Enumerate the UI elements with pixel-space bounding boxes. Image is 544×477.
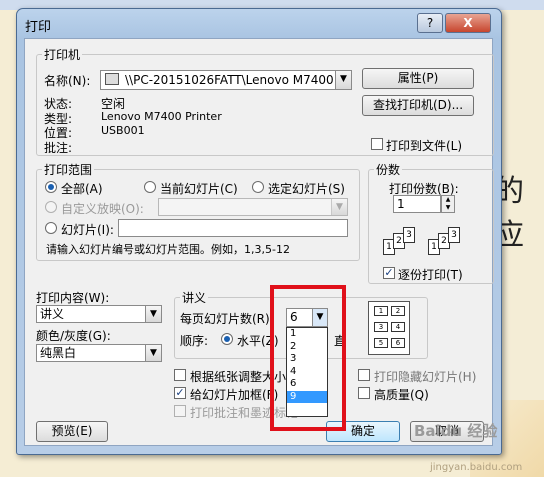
- frame-slides-label: 给幻灯片加框(F): [190, 388, 279, 402]
- printer-name-select[interactable]: \\PC-20151026FATT\Lenovo M7400 ... ▼: [100, 70, 352, 90]
- print-what-value: 讲义: [40, 307, 65, 321]
- printer-group-label: 打印机: [42, 46, 83, 63]
- chevron-down-icon: ▼: [145, 306, 161, 322]
- high-quality-label: 高质量(Q): [374, 388, 429, 402]
- find-printer-button[interactable]: 查找打印机(D)...: [362, 95, 474, 116]
- type-value: Lenovo M7400 Printer: [101, 110, 222, 123]
- watermark-logo: Baidu 经验: [414, 422, 498, 440]
- preview-slide: 5: [374, 338, 388, 348]
- color-select[interactable]: 纯黑白 ▼: [36, 344, 162, 362]
- range-selection-label: 选定幻灯片(S): [268, 182, 345, 196]
- range-current-radio[interactable]: [144, 181, 156, 193]
- collate-checkbox[interactable]: ✓: [383, 267, 395, 279]
- color-label: 颜色/灰度(G):: [36, 329, 111, 343]
- high-quality-checkbox[interactable]: [358, 387, 370, 399]
- preview-slide: 2: [391, 306, 405, 316]
- handouts-group-label: 讲义: [180, 289, 209, 306]
- collate-label: 逐份打印(T): [398, 268, 463, 282]
- where-value: USB001: [101, 124, 145, 137]
- range-group-label: 打印范围: [42, 161, 95, 178]
- range-hint: 请输入幻灯片编号或幻灯片范围。例如，1,3,5-12: [46, 243, 290, 256]
- color-value: 纯黑白: [40, 346, 77, 360]
- copies-count-value: 1: [397, 197, 405, 211]
- printer-name-value: \\PC-20151026FATT\Lenovo M7400 ...: [125, 73, 349, 87]
- preview-slide: 4: [391, 322, 405, 332]
- range-slides-label: 幻灯片(I):: [61, 223, 114, 237]
- range-custom-label: 自定义放映(O):: [61, 202, 144, 216]
- print-to-file-checkbox[interactable]: [371, 138, 383, 150]
- custom-show-select[interactable]: ▼: [158, 198, 348, 216]
- close-button[interactable]: X: [445, 13, 491, 33]
- range-slides-radio[interactable]: [45, 222, 57, 234]
- copies-spinner[interactable]: ▲ ▼: [441, 195, 455, 213]
- slides-input[interactable]: [118, 219, 348, 237]
- order-label: 顺序:: [180, 334, 209, 348]
- help-button[interactable]: ?: [417, 13, 443, 33]
- print-comments-checkbox[interactable]: [174, 405, 186, 417]
- range-selection-radio[interactable]: [252, 181, 264, 193]
- range-all-label: 全部(A): [61, 182, 103, 196]
- preview-slide: 6: [391, 338, 405, 348]
- range-custom-radio[interactable]: [45, 201, 57, 213]
- watermark-url: jingyan.baidu.com: [430, 462, 523, 473]
- print-hidden-checkbox[interactable]: [358, 369, 370, 381]
- chevron-down-icon: ▼: [145, 345, 161, 361]
- printer-name-label: 名称(N):: [44, 74, 91, 88]
- chevron-down-icon: ▼: [331, 199, 347, 215]
- order-horizontal-radio[interactable]: [221, 333, 233, 345]
- print-what-label: 打印内容(W):: [36, 291, 110, 305]
- collate-page-icon: 3: [403, 227, 415, 243]
- chevron-down-icon: ▼: [335, 71, 351, 89]
- red-highlight-annotation: [270, 285, 346, 431]
- preview-button[interactable]: 预览(E): [36, 421, 108, 442]
- copies-group-label: 份数: [374, 161, 403, 178]
- print-to-file-label: 打印到文件(L): [386, 139, 463, 153]
- properties-button[interactable]: 属性(P): [362, 68, 474, 89]
- copies-count-input[interactable]: 1: [393, 195, 441, 213]
- printer-icon: [105, 73, 119, 85]
- collate-page-icon: 3: [448, 227, 460, 243]
- preview-slide: 3: [374, 322, 388, 332]
- print-hidden-label: 打印隐藏幻灯片(H): [374, 370, 477, 384]
- scale-to-fit-checkbox[interactable]: [174, 369, 186, 381]
- range-current-label: 当前幻灯片(C): [160, 182, 238, 196]
- per-page-label: 每页幻灯片数(R):: [180, 312, 274, 326]
- preview-slide: 1: [374, 306, 388, 316]
- print-what-select[interactable]: 讲义 ▼: [36, 305, 162, 323]
- range-all-radio[interactable]: [45, 181, 57, 193]
- comment-label: 批注:: [44, 141, 73, 155]
- frame-slides-checkbox[interactable]: ✓: [174, 387, 186, 399]
- handout-preview: 1 2 3 4 5 6: [368, 301, 410, 355]
- dialog-title: 打印: [25, 20, 52, 35]
